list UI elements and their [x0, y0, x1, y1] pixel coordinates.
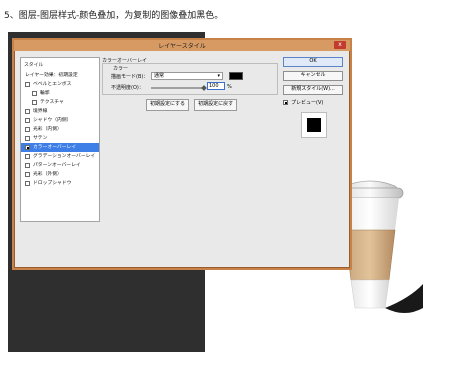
- checkbox-icon[interactable]: [25, 154, 30, 159]
- styles-list: スタイル レイヤー効果：初期設定 ベベルとエンボス 輪郭 テクスチャ 境界線 シ…: [20, 57, 100, 222]
- style-item-inner-glow[interactable]: 光彩（内側）: [21, 125, 99, 134]
- checkbox-icon[interactable]: [25, 136, 30, 141]
- default-buttons: 初期設定にする 初期設定に戻す: [146, 99, 238, 111]
- opacity-slider[interactable]: [151, 87, 203, 89]
- style-item-label: 輪郭: [40, 91, 50, 96]
- styles-header: スタイル: [24, 63, 44, 68]
- checkbox-checked-icon[interactable]: [25, 145, 30, 150]
- style-item-color-overlay[interactable]: カラーオーバーレイ: [21, 143, 99, 152]
- group-subtitle: カラー: [113, 66, 129, 72]
- color-group: カラー 描画モード(B)： 通常 ▾ 不透明度(O)： 100 %: [102, 63, 278, 95]
- color-overlay-panel: カラーオーバーレイ カラー 描画モード(B)： 通常 ▾ 不透明度(O)： 10…: [102, 57, 280, 117]
- slider-handle-icon[interactable]: [201, 85, 207, 91]
- preview-label: プレビュー(V): [291, 100, 324, 106]
- style-item-stroke[interactable]: 境界線: [21, 107, 99, 116]
- chevron-down-icon: ▾: [217, 73, 220, 79]
- checkbox-icon[interactable]: [32, 100, 37, 105]
- preview-thumbnail: [301, 112, 327, 138]
- close-button[interactable]: x: [334, 41, 346, 49]
- preview-toggle[interactable]: プレビュー(V): [283, 99, 343, 106]
- checkbox-icon[interactable]: [25, 127, 30, 132]
- style-item-label: 境界線: [33, 109, 48, 114]
- style-item-pattern-overlay[interactable]: パターンオーバーレイ: [21, 161, 99, 170]
- opacity-input[interactable]: 100: [207, 82, 225, 90]
- style-item-label: サテン: [33, 136, 48, 141]
- checkbox-icon[interactable]: [25, 109, 30, 114]
- dialog-titlebar[interactable]: レイヤースタイル x: [14, 40, 350, 51]
- checkbox-icon[interactable]: [32, 91, 37, 96]
- style-item-label: グラデーションオーバーレイ: [33, 154, 96, 159]
- caption-text: 5、图层-图层样式-颜色叠加，为复制的图像叠加黑色。: [4, 11, 224, 21]
- preview-color-swatch: [307, 118, 321, 132]
- style-item-bevel-emboss[interactable]: ベベルとエンボス: [21, 80, 99, 89]
- style-item-blending-options[interactable]: レイヤー効果：初期設定: [21, 71, 99, 80]
- style-item-label: カラーオーバーレイ: [33, 145, 77, 150]
- style-item-label: シャドウ（内側）: [33, 118, 72, 123]
- style-item-label: ドロップシャドウ: [33, 181, 72, 186]
- make-default-button[interactable]: 初期設定にする: [146, 99, 190, 111]
- color-swatch[interactable]: [229, 72, 243, 80]
- opacity-label: 不透明度(O)：: [111, 85, 144, 91]
- checkbox-icon[interactable]: [25, 181, 30, 186]
- style-item-label: レイヤー効果：初期設定: [25, 73, 78, 78]
- style-item-label: ベベルとエンボス: [33, 82, 72, 87]
- style-item-outer-glow[interactable]: 光彩（外側）: [21, 170, 99, 179]
- checkbox-icon[interactable]: [25, 163, 30, 168]
- ok-button[interactable]: OK: [283, 57, 343, 67]
- cancel-button[interactable]: キャンセル: [283, 71, 343, 81]
- style-item-label: テクスチャ: [40, 100, 64, 105]
- style-item-inner-shadow[interactable]: シャドウ（内側）: [21, 116, 99, 125]
- dialog-title: レイヤースタイル: [158, 43, 206, 50]
- checkbox-checked-icon[interactable]: [283, 100, 288, 105]
- dialog-actions: OK キャンセル 新規スタイル(W)... プレビュー(V): [283, 57, 343, 138]
- style-item-satin[interactable]: サテン: [21, 134, 99, 143]
- reset-default-button[interactable]: 初期設定に戻す: [194, 99, 238, 111]
- style-item-gradient-overlay[interactable]: グラデーションオーバーレイ: [21, 152, 99, 161]
- checkbox-icon[interactable]: [25, 118, 30, 123]
- style-item-drop-shadow[interactable]: ドロップシャドウ: [21, 179, 99, 188]
- style-item-label: 光彩（内側）: [33, 127, 62, 132]
- new-style-button[interactable]: 新規スタイル(W)...: [283, 85, 343, 95]
- checkbox-icon[interactable]: [25, 82, 30, 87]
- style-item-contour[interactable]: 輪郭: [21, 89, 99, 98]
- style-item-label: 光彩（外側）: [33, 172, 62, 177]
- layer-style-dialog: レイヤースタイル x スタイル レイヤー効果：初期設定 ベベルとエンボス 輪郭 …: [12, 38, 352, 270]
- percent-label: %: [227, 84, 232, 90]
- checkbox-icon[interactable]: [25, 172, 30, 177]
- style-item-label: パターンオーバーレイ: [33, 163, 81, 168]
- blend-mode-select[interactable]: 通常 ▾: [151, 72, 223, 80]
- blend-mode-label: 描画モード(B)：: [111, 74, 149, 80]
- style-item-texture[interactable]: テクスチャ: [21, 98, 99, 107]
- blend-mode-value: 通常: [154, 73, 165, 79]
